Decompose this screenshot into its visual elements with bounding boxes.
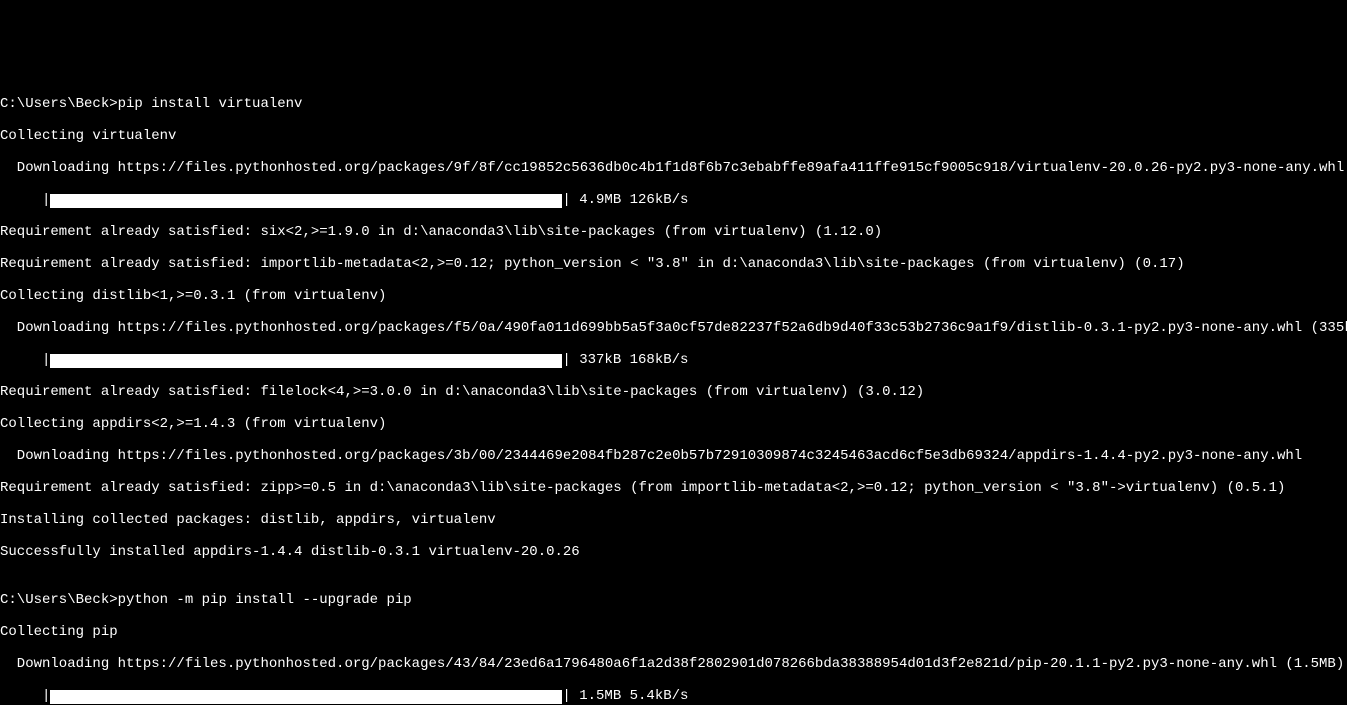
progress-line: | | 337kB 168kB/s <box>0 352 1347 368</box>
progress-bar-fill <box>50 690 562 704</box>
progress-stats: | 1.5MB 5.4kB/s <box>562 688 688 704</box>
terminal-window[interactable]: C:\Users\Beck>pip install virtualenv Col… <box>0 80 1347 705</box>
output-line: Collecting pip <box>0 624 1347 640</box>
output-line: Installing collected packages: distlib, … <box>0 512 1347 528</box>
progress-line: | | 1.5MB 5.4kB/s <box>0 688 1347 704</box>
output-line: Collecting distlib<1,>=0.3.1 (from virtu… <box>0 288 1347 304</box>
prompt-line[interactable]: C:\Users\Beck>pip install virtualenv <box>0 96 1347 112</box>
progress-pad: | <box>0 352 50 368</box>
prompt: C:\Users\Beck> <box>0 592 118 608</box>
prompt-line[interactable]: C:\Users\Beck>python -m pip install --up… <box>0 592 1347 608</box>
output-line: Requirement already satisfied: six<2,>=1… <box>0 224 1347 240</box>
progress-bar-fill <box>50 354 562 368</box>
output-line: Requirement already satisfied: importlib… <box>0 256 1347 272</box>
progress-line: | | 4.9MB 126kB/s <box>0 192 1347 208</box>
output-line: Successfully installed appdirs-1.4.4 dis… <box>0 544 1347 560</box>
progress-bar-fill <box>50 194 562 208</box>
output-line: Downloading https://files.pythonhosted.o… <box>0 320 1347 336</box>
command-text: pip install virtualenv <box>118 96 303 112</box>
output-line: Collecting appdirs<2,>=1.4.3 (from virtu… <box>0 416 1347 432</box>
output-line: Downloading https://files.pythonhosted.o… <box>0 448 1347 464</box>
command-text: python -m pip install --upgrade pip <box>118 592 412 608</box>
output-line: Requirement already satisfied: filelock<… <box>0 384 1347 400</box>
progress-pad: | <box>0 192 50 208</box>
progress-pad: | <box>0 688 50 704</box>
output-line: Downloading https://files.pythonhosted.o… <box>0 160 1347 176</box>
progress-stats: | 4.9MB 126kB/s <box>562 192 688 208</box>
output-line: Requirement already satisfied: zipp>=0.5… <box>0 480 1347 496</box>
output-line: Collecting virtualenv <box>0 128 1347 144</box>
prompt: C:\Users\Beck> <box>0 96 118 112</box>
output-line: Downloading https://files.pythonhosted.o… <box>0 656 1347 672</box>
progress-stats: | 337kB 168kB/s <box>562 352 688 368</box>
